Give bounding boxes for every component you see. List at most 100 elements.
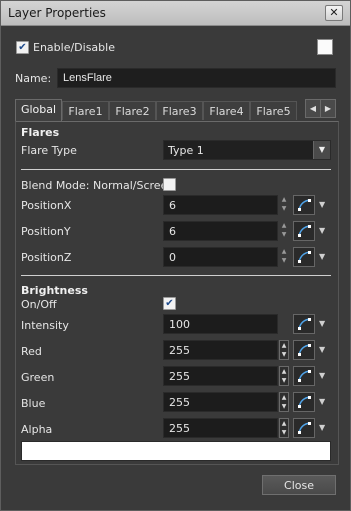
intensity-menu-icon[interactable]: ▼ xyxy=(319,319,325,328)
position-y-stepper[interactable]: ▲ ▼ xyxy=(279,221,289,241)
green-function-button[interactable] xyxy=(293,366,315,386)
curve-icon xyxy=(298,422,311,434)
position-z-label: PositionZ xyxy=(21,251,72,264)
position-y-value: 6 xyxy=(169,225,176,238)
tab-scroll-left-icon[interactable]: ◀ xyxy=(305,99,321,118)
brightness-onoff-checkbox[interactable]: ✔ xyxy=(163,297,176,310)
tab-global[interactable]: Global xyxy=(15,99,62,121)
intensity-label: Intensity xyxy=(21,319,69,332)
curve-icon xyxy=(298,344,311,356)
divider xyxy=(21,169,331,170)
layer-properties-dialog: Layer Properties ✕ ✔ Enable/Disable Name… xyxy=(0,0,351,511)
curve-icon xyxy=(298,225,311,237)
alpha-stepper[interactable]: ▲ ▼ xyxy=(279,418,289,438)
position-z-function-button[interactable] xyxy=(293,247,315,267)
spin-up-icon[interactable]: ▲ xyxy=(280,419,288,428)
name-label: Name: xyxy=(15,72,52,85)
alpha-value: 255 xyxy=(169,422,190,435)
tab-flare1[interactable]: Flare1 xyxy=(62,101,109,120)
spin-down-icon[interactable]: ▼ xyxy=(279,204,289,213)
flare-type-value: Type 1 xyxy=(168,144,204,157)
curve-icon xyxy=(298,396,311,408)
brightness-section-title: Brightness xyxy=(21,284,88,297)
curve-icon xyxy=(298,251,311,263)
tab-flare5[interactable]: Flare5 xyxy=(250,101,297,120)
position-z-menu-icon[interactable]: ▼ xyxy=(319,252,325,261)
divider xyxy=(21,275,331,276)
spin-down-icon[interactable]: ▼ xyxy=(279,230,289,239)
position-x-value: 6 xyxy=(169,199,176,212)
tab-flare2[interactable]: Flare2 xyxy=(109,101,156,120)
flare-type-label: Flare Type xyxy=(21,144,77,157)
intensity-value: 100 xyxy=(169,318,190,331)
blend-mode-label: Blend Mode: Normal/Screen xyxy=(21,179,175,192)
enable-label: Enable/Disable xyxy=(33,41,115,54)
green-value: 255 xyxy=(169,370,190,383)
red-label: Red xyxy=(21,345,42,358)
onoff-label: On/Off xyxy=(21,298,57,311)
name-field[interactable] xyxy=(57,68,336,88)
spin-down-icon[interactable]: ▼ xyxy=(279,256,289,265)
layer-color-swatch[interactable] xyxy=(317,39,333,55)
position-x-function-button[interactable] xyxy=(293,195,315,215)
curve-icon xyxy=(298,370,311,382)
tab-scroll-right-icon[interactable]: ▶ xyxy=(320,99,336,118)
green-stepper[interactable]: ▲ ▼ xyxy=(279,366,289,386)
position-z-stepper[interactable]: ▲ ▼ xyxy=(279,247,289,267)
brightness-color-swatch[interactable] xyxy=(21,441,331,461)
spin-up-icon[interactable]: ▲ xyxy=(280,393,288,402)
spin-down-icon[interactable]: ▼ xyxy=(280,376,288,385)
position-x-stepper[interactable]: ▲ ▼ xyxy=(279,195,289,215)
position-z-field[interactable]: 0 xyxy=(163,247,278,267)
alpha-field[interactable]: 255 xyxy=(163,418,278,438)
position-y-field[interactable]: 6 xyxy=(163,221,278,241)
flare-type-select[interactable]: Type 1 ▼ xyxy=(163,140,331,160)
enable-checkbox[interactable]: ✔ xyxy=(16,41,29,54)
blue-menu-icon[interactable]: ▼ xyxy=(319,397,325,406)
spin-up-icon[interactable]: ▲ xyxy=(279,247,289,256)
blue-value: 255 xyxy=(169,396,190,409)
spin-down-icon[interactable]: ▼ xyxy=(280,402,288,411)
red-field[interactable]: 255 xyxy=(163,340,278,360)
window-title: Layer Properties xyxy=(8,6,106,20)
position-y-label: PositionY xyxy=(21,225,71,238)
position-y-menu-icon[interactable]: ▼ xyxy=(319,226,325,235)
position-x-field[interactable]: 6 xyxy=(163,195,278,215)
spin-up-icon[interactable]: ▲ xyxy=(280,341,288,350)
intensity-field[interactable]: 100 xyxy=(163,314,278,334)
blue-label: Blue xyxy=(21,397,46,410)
alpha-label: Alpha xyxy=(21,423,53,436)
green-field[interactable]: 255 xyxy=(163,366,278,386)
blue-function-button[interactable] xyxy=(293,392,315,412)
blue-stepper[interactable]: ▲ ▼ xyxy=(279,392,289,412)
red-function-button[interactable] xyxy=(293,340,315,360)
chevron-down-icon[interactable]: ▼ xyxy=(313,141,330,159)
position-x-label: PositionX xyxy=(21,199,72,212)
green-label: Green xyxy=(21,371,55,384)
curve-icon xyxy=(298,199,311,211)
red-value: 255 xyxy=(169,344,190,357)
alpha-function-button[interactable] xyxy=(293,418,315,438)
position-z-value: 0 xyxy=(169,251,176,264)
blue-field[interactable]: 255 xyxy=(163,392,278,412)
flares-section-title: Flares xyxy=(21,126,60,139)
curve-icon xyxy=(298,318,311,330)
spin-up-icon[interactable]: ▲ xyxy=(280,367,288,376)
position-y-function-button[interactable] xyxy=(293,221,315,241)
red-stepper[interactable]: ▲ ▼ xyxy=(279,340,289,360)
green-menu-icon[interactable]: ▼ xyxy=(319,371,325,380)
alpha-menu-icon[interactable]: ▼ xyxy=(319,423,325,432)
spin-down-icon[interactable]: ▼ xyxy=(280,350,288,359)
intensity-function-button[interactable] xyxy=(293,314,315,334)
close-button[interactable]: Close xyxy=(262,475,336,495)
red-menu-icon[interactable]: ▼ xyxy=(319,345,325,354)
title-bar: Layer Properties ✕ xyxy=(1,1,350,26)
position-x-menu-icon[interactable]: ▼ xyxy=(319,200,325,209)
spin-down-icon[interactable]: ▼ xyxy=(280,428,288,437)
tab-flare4[interactable]: Flare4 xyxy=(203,101,250,120)
close-window-icon[interactable]: ✕ xyxy=(325,5,343,21)
spin-up-icon[interactable]: ▲ xyxy=(279,221,289,230)
spin-up-icon[interactable]: ▲ xyxy=(279,195,289,204)
tab-flare3[interactable]: Flare3 xyxy=(156,101,203,120)
blend-mode-checkbox[interactable] xyxy=(163,178,176,191)
